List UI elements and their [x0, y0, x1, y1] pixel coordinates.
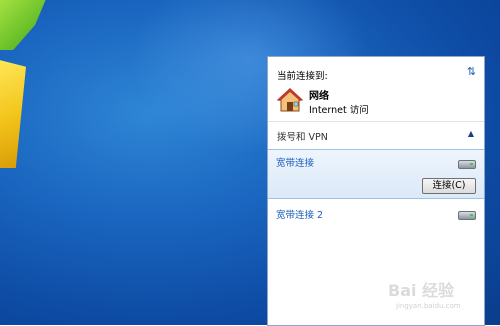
- connection-name[interactable]: 宽带连接: [276, 155, 314, 169]
- watermark-logo: Bai 经验: [388, 281, 455, 300]
- desktop-logo-yellow-shape: [0, 58, 26, 168]
- modem-icon: [458, 211, 476, 220]
- network-name: 网络: [309, 91, 329, 102]
- house-network-icon: [277, 88, 303, 112]
- connect-button[interactable]: 连接(C): [422, 178, 476, 194]
- vpn-section-label: 拨号和 VPN: [277, 132, 328, 143]
- watermark-url: jingyan.baidu.com: [396, 302, 461, 310]
- connection-name-broadband-2[interactable]: 宽带连接 2: [276, 207, 323, 221]
- chevron-up-icon[interactable]: ▲: [468, 129, 474, 138]
- network-access-status: Internet 访问: [309, 105, 369, 116]
- modem-icon: [458, 160, 476, 169]
- desktop-logo-green-shape: [0, 0, 48, 50]
- divider: [268, 121, 484, 122]
- connection-item-broadband[interactable]: 宽带连接 连接(C): [268, 149, 484, 199]
- current-connection-label: 当前连接到:: [277, 71, 328, 82]
- refresh-icon[interactable]: ⇅: [466, 66, 477, 77]
